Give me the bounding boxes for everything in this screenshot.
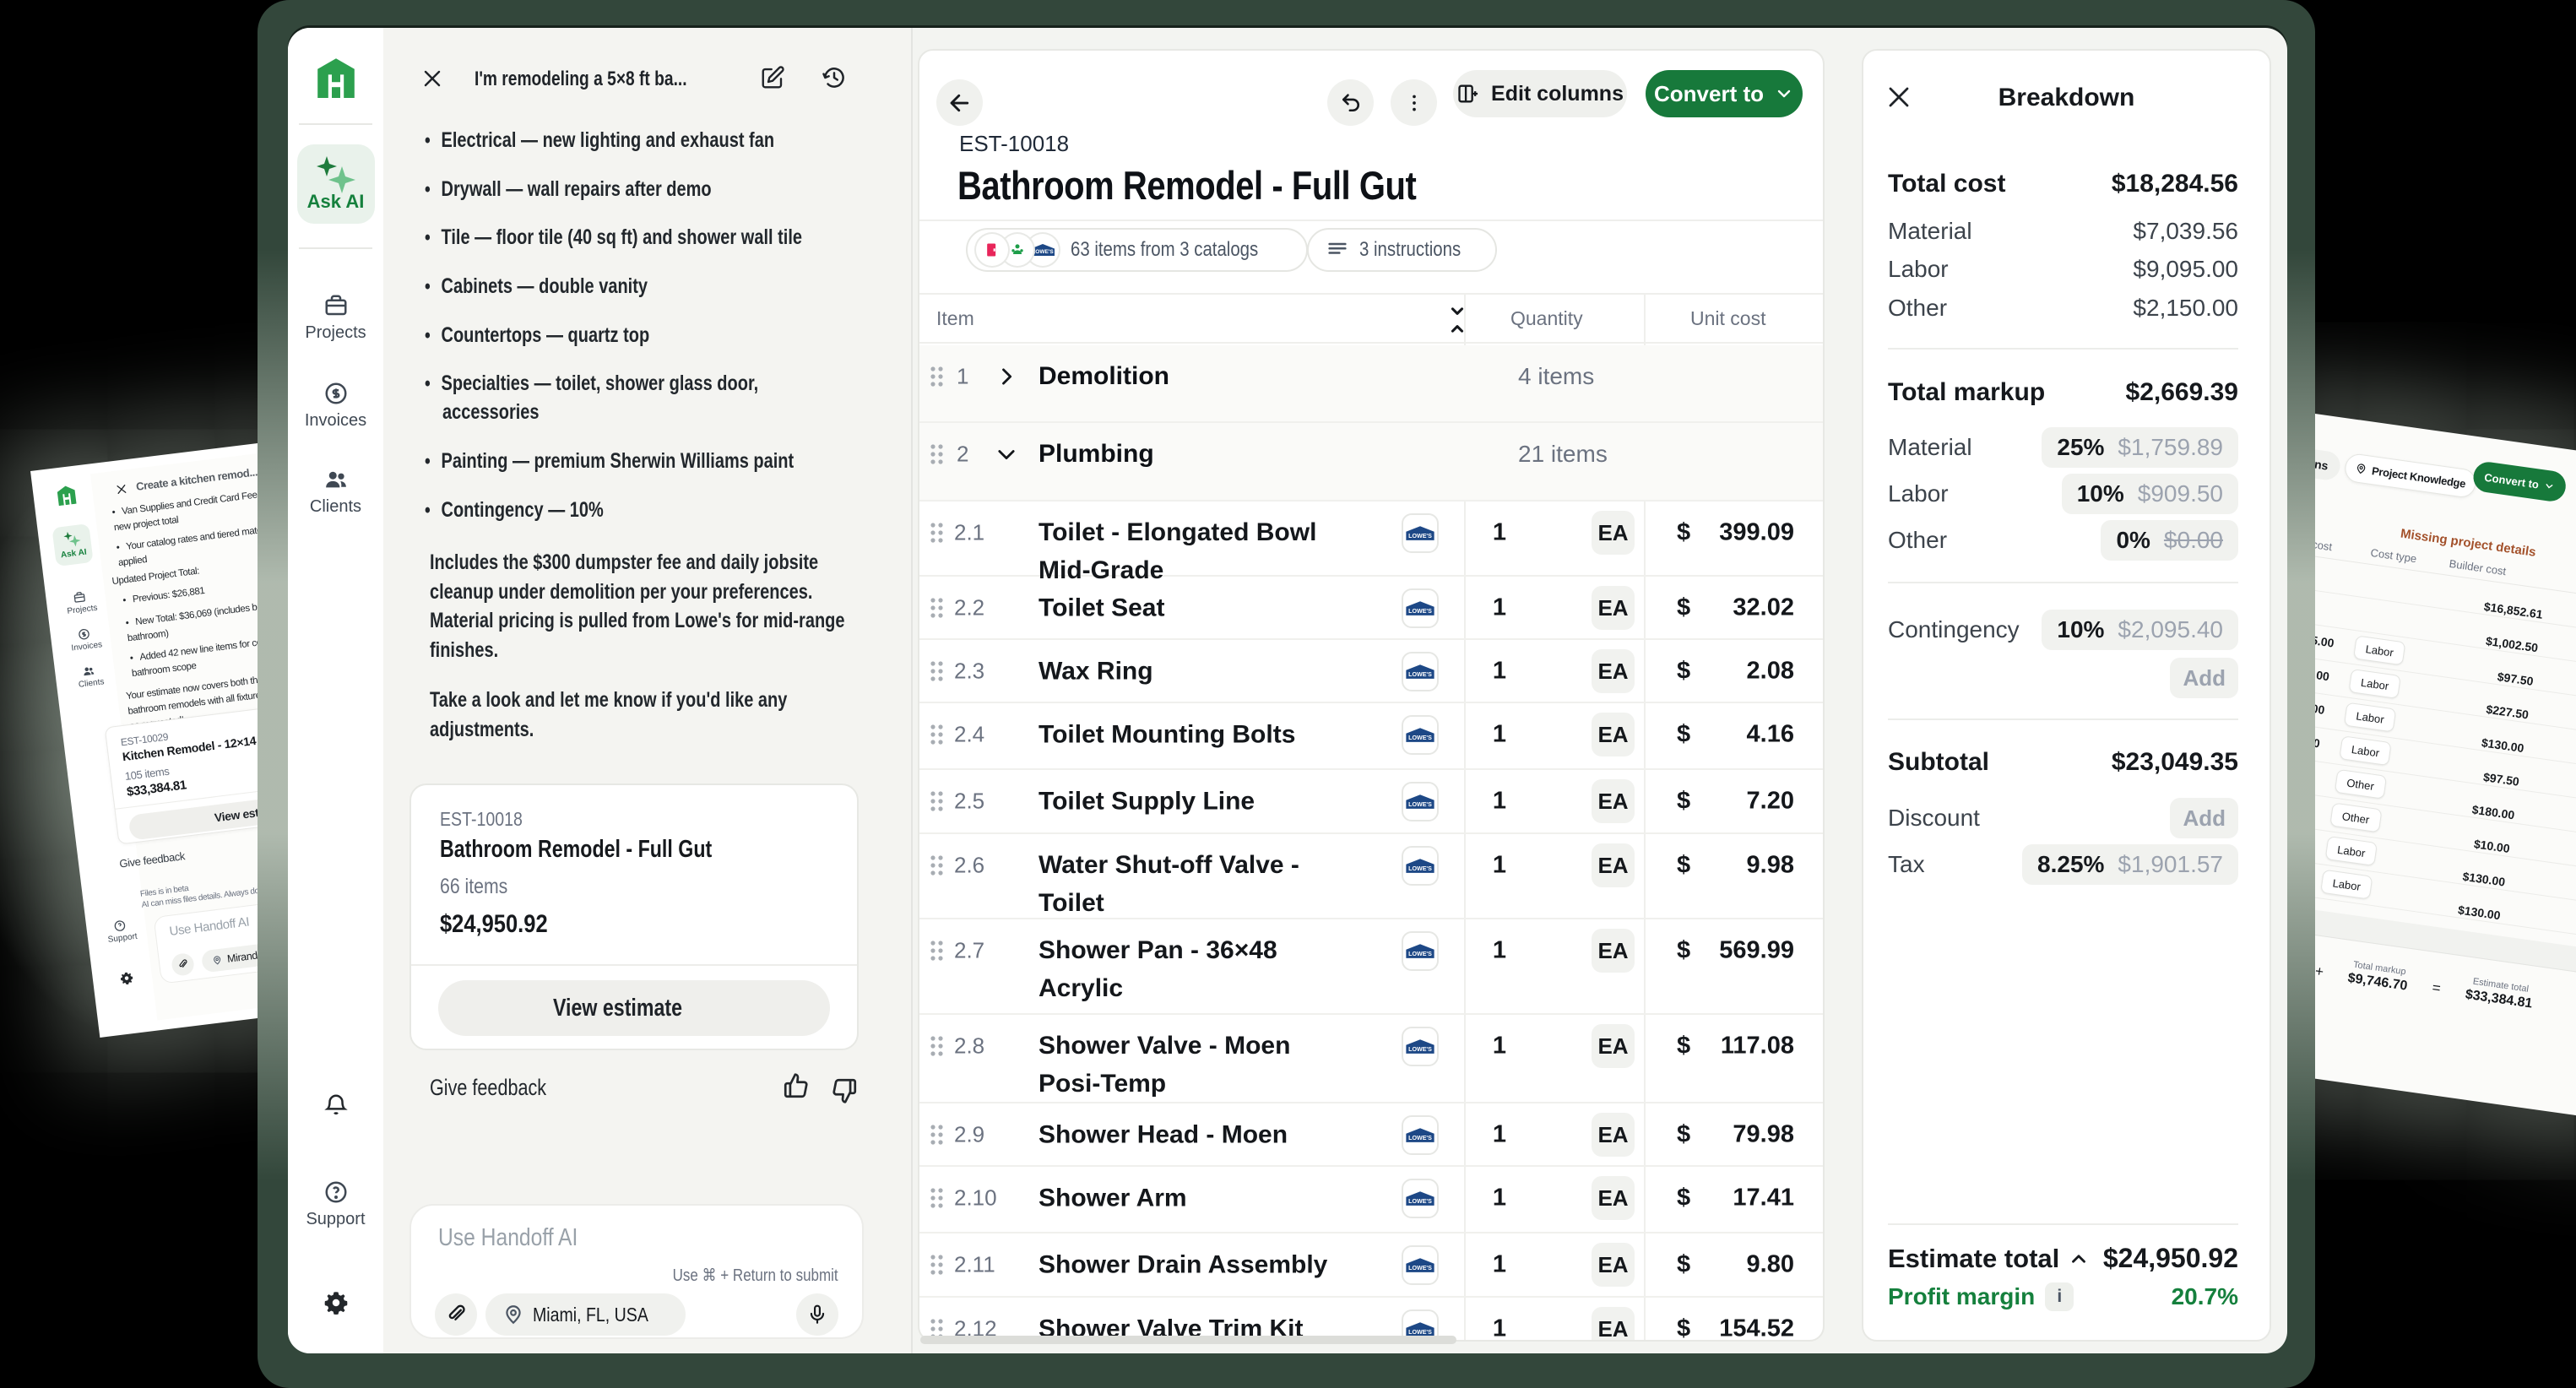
svg-text:LOWE'S: LOWE'S [1032,249,1054,255]
svg-text:LOWE'S: LOWE'S [1408,1198,1432,1205]
svg-text:LOWE'S: LOWE'S [1408,1135,1432,1141]
svg-text:LOWE'S: LOWE'S [1408,951,1432,957]
svg-text:LOWE'S: LOWE'S [1408,735,1432,741]
svg-text:LOWE'S: LOWE'S [1408,533,1432,539]
svg-text:LOWE'S: LOWE'S [1408,1329,1432,1336]
svg-text:LOWE'S: LOWE'S [1408,865,1432,872]
svg-text:LOWE'S: LOWE'S [1408,801,1432,808]
svg-text:LOWE'S: LOWE'S [1408,1046,1432,1053]
svg-text:LOWE'S: LOWE'S [1408,1265,1432,1271]
svg-text:LOWE'S: LOWE'S [1408,671,1432,678]
svg-text:LOWE'S: LOWE'S [1408,608,1432,615]
